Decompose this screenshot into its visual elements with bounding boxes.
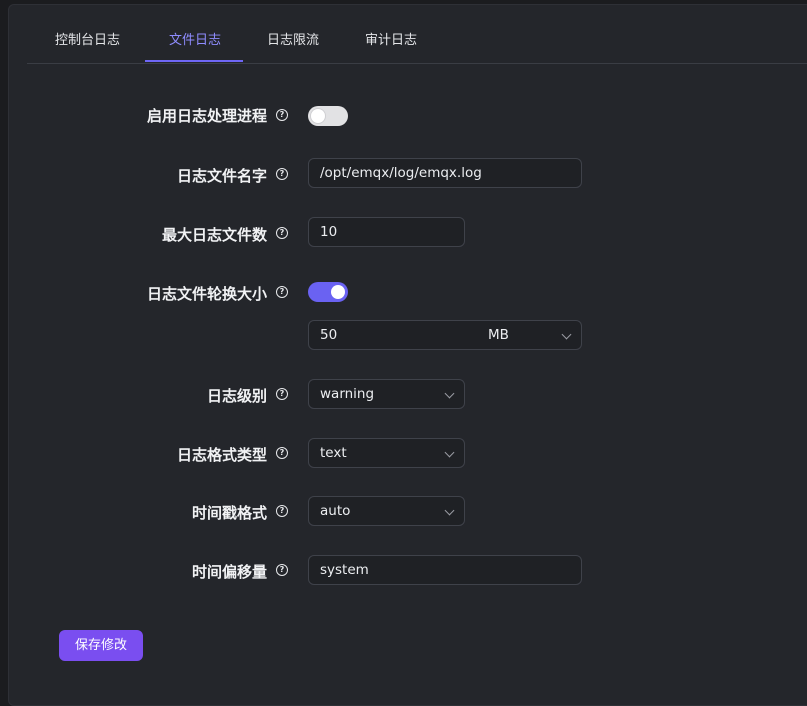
max-files-input[interactable]: 10 [308,217,465,247]
enable-handler-toggle[interactable] [308,106,348,126]
max-files-label: 最大日志文件数 [161,226,267,244]
formatter-label: 日志格式类型 [176,446,267,464]
timestamp-format-select[interactable]: auto [308,496,465,526]
enable-handler-label: 启用日志处理进程 [146,107,267,125]
level-select[interactable]: warning [308,379,465,409]
help-icon[interactable]: ? [276,505,288,517]
help-icon[interactable]: ? [276,286,288,298]
file-name-input[interactable]: /opt/emqx/log/emqx.log [308,158,582,188]
chevron-down-icon [444,505,455,516]
tab-log-throttling[interactable]: 日志限流 [263,27,323,61]
time-offset-label: 时间偏移量 [191,563,267,581]
help-icon[interactable]: ? [276,388,288,400]
chevron-down-icon [561,329,572,340]
help-icon[interactable]: ? [276,564,288,576]
formatter-value: text [320,445,347,461]
save-changes-button[interactable]: 保存修改 [59,630,143,661]
rotation-size-label: 日志文件轮换大小 [146,285,267,303]
active-tab-indicator [145,60,243,62]
tab-audit-log[interactable]: 审计日志 [361,27,421,61]
settings-panel [8,4,807,706]
rotation-size-input[interactable]: 50 [308,320,479,350]
unit-value: MB [488,327,509,343]
formatter-select[interactable]: text [308,438,465,468]
tab-console-log[interactable]: 控制台日志 [55,27,120,61]
toggle-knob [331,285,345,299]
level-value: warning [320,386,375,402]
timestamp-format-value: auto [320,503,351,519]
help-icon[interactable]: ? [276,168,288,180]
tab-bar: 控制台日志 文件日志 日志限流 审计日志 [27,27,807,64]
time-offset-input[interactable]: system [308,555,582,585]
toggle-knob [311,109,325,123]
help-icon[interactable]: ? [276,109,288,121]
rotation-size-unit-select[interactable]: MB [477,320,582,350]
file-name-label: 日志文件名字 [176,167,267,185]
help-icon[interactable]: ? [276,227,288,239]
chevron-down-icon [444,388,455,399]
timestamp-format-label: 时间戳格式 [191,504,267,522]
rotation-size-toggle[interactable] [308,282,348,302]
help-icon[interactable]: ? [276,447,288,459]
tab-file-log[interactable]: 文件日志 [165,27,225,61]
chevron-down-icon [444,447,455,458]
level-label: 日志级别 [206,387,267,405]
